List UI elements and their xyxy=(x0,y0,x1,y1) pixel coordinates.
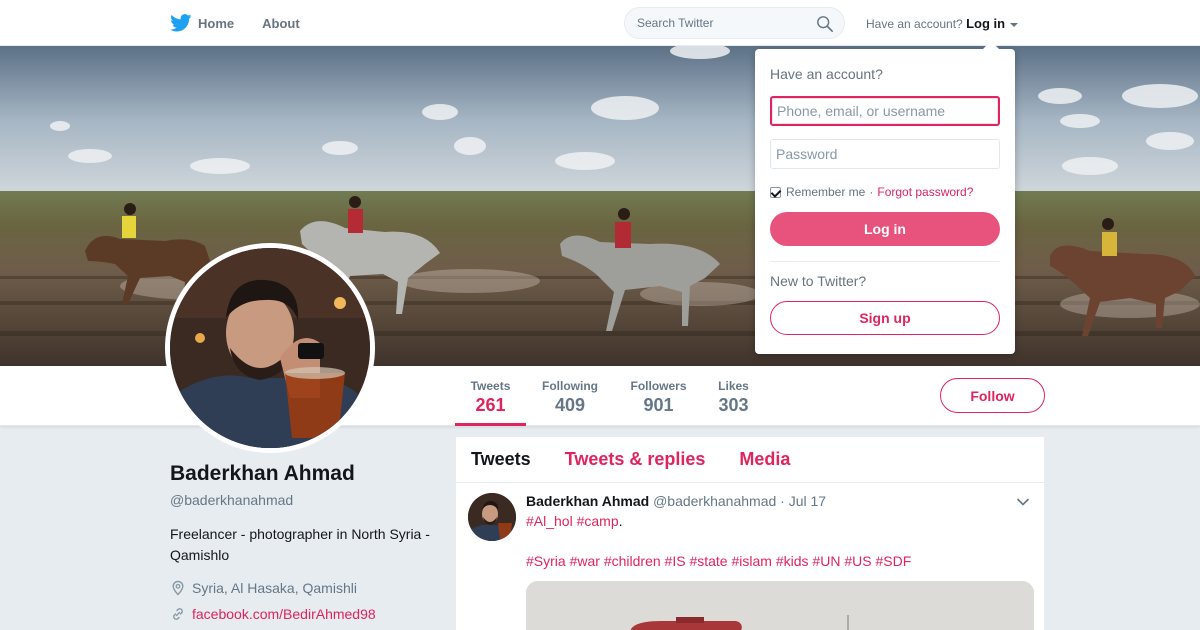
username-field[interactable] xyxy=(770,96,1000,126)
top-nav: Home About Have an account? Log in xyxy=(0,0,1200,46)
stat-following[interactable]: Following 409 xyxy=(534,366,606,426)
avatar xyxy=(170,248,370,448)
remember-checkbox[interactable] xyxy=(770,186,781,198)
timeline-tabs: Tweets Tweets & replies Media xyxy=(456,437,1044,483)
login-menu-toggle[interactable]: Log in xyxy=(966,16,1005,31)
hashtag-link[interactable]: #kids xyxy=(776,553,809,569)
hashtag-link[interactable]: #IS xyxy=(665,553,686,569)
tweet-author-name[interactable]: Baderkhan Ahmad xyxy=(526,493,649,509)
profile-website: facebook.com/BedirAhmed98 xyxy=(170,606,440,622)
tweet-line-2: #Syria #war #children #IS #state #islam … xyxy=(526,551,1034,571)
stat-likes[interactable]: Likes 303 xyxy=(712,366,755,426)
account-prompt: Have an account? xyxy=(866,17,963,31)
remember-row: Remember me · Forgot password? xyxy=(770,185,1000,199)
separator-dot: · xyxy=(869,185,874,199)
profile-handle[interactable]: @baderkhanahmad xyxy=(170,492,440,508)
location-text: Syria, Al Hasaka, Qamishli xyxy=(192,580,357,596)
tweet[interactable]: Baderkhan Ahmad @baderkhanahmad · Jul 17… xyxy=(456,483,1044,630)
tweet-punctuation: . xyxy=(618,513,623,529)
stat-value: 901 xyxy=(643,395,674,415)
hashtag-link[interactable]: #Syria xyxy=(526,553,566,569)
hashtag-link[interactable]: #state xyxy=(689,553,727,569)
timeline: Tweets Tweets & replies Media Baderkhan … xyxy=(456,437,1044,630)
tweet-date[interactable]: · Jul 17 xyxy=(780,493,826,509)
location-pin-icon xyxy=(172,580,184,596)
tweet-text: #Al_hol #camp. #Syria #war #children #IS… xyxy=(526,511,1034,571)
avatar-photo xyxy=(170,248,370,448)
tweet-header: Baderkhan Ahmad @baderkhanahmad · Jul 17 xyxy=(526,493,1034,509)
hashtag-link[interactable]: #UN xyxy=(812,553,840,569)
login-dropdown: Have an account? Remember me · Forgot pa… xyxy=(755,41,1015,354)
login-button[interactable]: Log in xyxy=(770,212,1000,246)
stat-value: 409 xyxy=(554,395,586,415)
hashtag-link[interactable]: #Al_hol xyxy=(526,513,573,529)
divider xyxy=(770,261,1000,262)
nav-about-link[interactable]: About xyxy=(262,16,300,31)
stat-tweets[interactable]: Tweets 261 xyxy=(455,366,526,426)
remember-label[interactable]: Remember me xyxy=(786,185,865,199)
stat-followers[interactable]: Followers 901 xyxy=(622,366,695,426)
nav-home-link[interactable]: Home xyxy=(198,16,234,31)
stat-label: Tweets xyxy=(470,379,511,393)
hashtag-link[interactable]: #islam xyxy=(731,553,771,569)
tweet-avatar-photo xyxy=(468,493,516,541)
hashtag-link[interactable]: #camp xyxy=(577,513,619,529)
profile-location: Syria, Al Hasaka, Qamishli xyxy=(170,580,440,596)
profile-bio: Freelancer - photographer in North Syria… xyxy=(170,526,430,563)
tab-media[interactable]: Media xyxy=(739,449,790,470)
hashtag-link[interactable]: #US xyxy=(844,553,871,569)
forgot-password-link[interactable]: Forgot password? xyxy=(877,185,973,199)
tweet-line-1: #Al_hol #camp. xyxy=(526,511,1034,531)
new-to-twitter-label: New to Twitter? xyxy=(770,273,867,289)
search-box[interactable] xyxy=(624,7,845,39)
stat-value: 261 xyxy=(475,395,506,415)
stat-label: Followers xyxy=(630,379,687,393)
twitter-bird-icon[interactable] xyxy=(170,14,192,32)
password-field[interactable] xyxy=(770,139,1000,169)
signup-button[interactable]: Sign up xyxy=(770,301,1000,335)
profile-avatar[interactable] xyxy=(165,243,375,453)
website-link[interactable]: facebook.com/BedirAhmed98 xyxy=(192,606,376,622)
chevron-down-icon[interactable] xyxy=(1016,495,1030,509)
hashtag-link[interactable]: #war xyxy=(570,553,600,569)
search-input[interactable] xyxy=(637,16,807,30)
stat-value: 303 xyxy=(718,395,749,415)
nav-links: Home About xyxy=(170,0,328,46)
tweet-author-handle[interactable]: @baderkhanahmad xyxy=(653,493,776,509)
hashtag-link[interactable]: #SDF xyxy=(875,553,911,569)
follow-button[interactable]: Follow xyxy=(940,378,1045,413)
tweet-media-photo xyxy=(526,581,1034,630)
profile-name[interactable]: Baderkhan Ahmad xyxy=(170,462,440,486)
stat-label: Following xyxy=(542,379,598,393)
hashtag-link[interactable]: #children xyxy=(604,553,661,569)
tweet-avatar[interactable] xyxy=(468,493,516,541)
tab-tweets[interactable]: Tweets xyxy=(471,449,531,470)
profile-card: Baderkhan Ahmad @baderkhanahmad Freelanc… xyxy=(170,462,440,622)
search-icon[interactable] xyxy=(816,15,834,33)
tab-tweets-replies[interactable]: Tweets & replies xyxy=(565,449,706,470)
login-title: Have an account? xyxy=(770,66,883,82)
link-icon xyxy=(173,608,183,620)
tweet-media-image[interactable] xyxy=(526,581,1034,630)
caret-down-icon[interactable] xyxy=(1010,22,1019,27)
stat-label: Likes xyxy=(718,379,749,393)
account-menu: Have an account? Log in xyxy=(866,16,1019,31)
